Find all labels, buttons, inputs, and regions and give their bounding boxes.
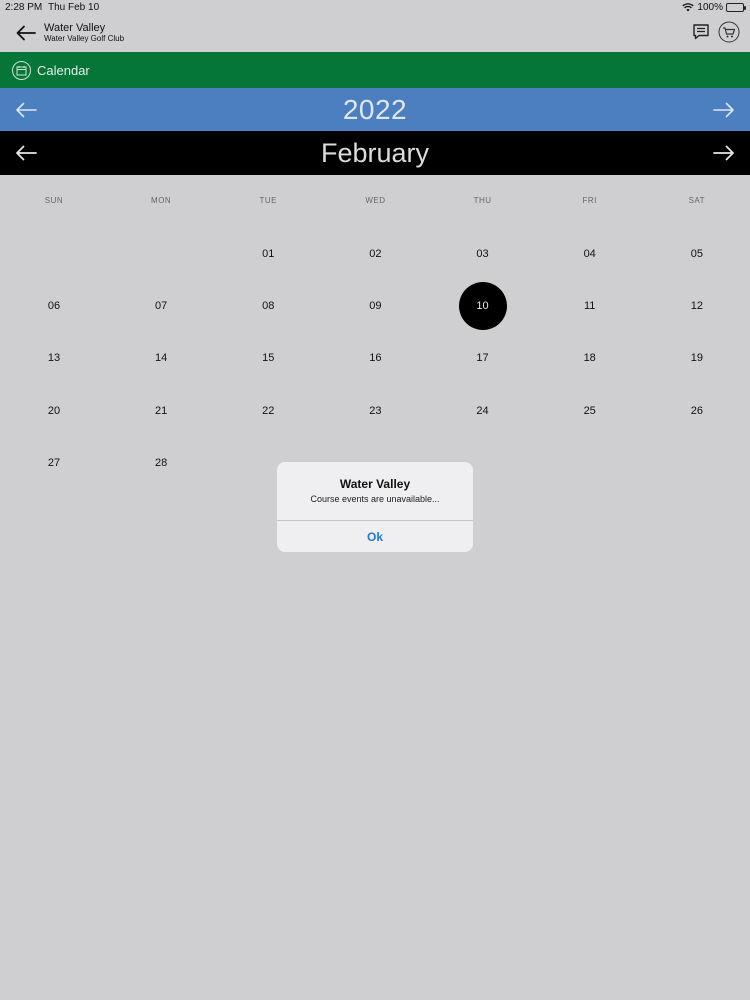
weekday-header-row: SUN MON TUE WED THU FRI SAT <box>0 196 750 208</box>
calendar-screen: 2:28 PM Thu Feb 10 100% Water Valley Wat… <box>0 0 750 1000</box>
chat-icon <box>693 24 709 40</box>
weekday-label: SUN <box>44 196 64 205</box>
nav-subtitle: Water Valley Golf Club <box>44 34 125 43</box>
ok-button[interactable]: Ok <box>277 521 473 552</box>
month-label: February <box>320 138 430 168</box>
day-cell[interactable]: 14 <box>137 334 185 382</box>
chat-button[interactable] <box>691 22 711 42</box>
month-bar: February <box>0 131 750 175</box>
back-arrow-icon <box>16 25 36 41</box>
status-right: 100% <box>682 2 746 13</box>
nav-header: Water Valley Water Valley Golf Club <box>0 16 750 52</box>
day-cell[interactable]: 16 <box>351 334 399 382</box>
weekday-label: TUE <box>259 196 278 205</box>
alert-title: Water Valley <box>339 477 411 491</box>
day-cell-selected[interactable]: 10 <box>458 282 507 331</box>
day-cell[interactable]: 02 <box>351 230 399 278</box>
day-cell[interactable]: 11 <box>566 282 614 330</box>
back-button[interactable] <box>14 22 38 44</box>
day-cell[interactable]: 06 <box>30 282 78 330</box>
day-cell[interactable]: 19 <box>673 334 721 382</box>
day-cell[interactable]: 22 <box>244 387 292 435</box>
wifi-icon <box>682 3 695 12</box>
day-cell[interactable]: 01 <box>244 230 292 278</box>
alert-message: Course events are unavailable... <box>310 494 440 504</box>
nav-titles: Water Valley Water Valley Golf Club <box>44 22 124 43</box>
section-bar: Calendar <box>0 52 750 88</box>
day-cell[interactable]: 23 <box>351 387 399 435</box>
day-cell[interactable]: 05 <box>673 230 721 278</box>
status-time: 2:28 PM <box>5 2 43 13</box>
day-cell[interactable]: 26 <box>673 387 721 435</box>
weekday-label: WED <box>365 196 386 205</box>
day-cell[interactable]: 18 <box>566 334 614 382</box>
day-cell[interactable]: 21 <box>137 387 185 435</box>
day-cell[interactable]: 20 <box>30 387 78 435</box>
next-month-button[interactable] <box>704 131 744 175</box>
section-title: Calendar <box>37 62 90 78</box>
arrow-right-icon <box>713 145 734 161</box>
nav-title: Water Valley <box>44 22 106 34</box>
battery-percent: 100% <box>697 2 723 13</box>
calendar-icon <box>12 60 31 80</box>
next-year-button[interactable] <box>704 88 744 131</box>
status-bar: 2:28 PM Thu Feb 10 100% <box>0 0 750 16</box>
day-cell[interactable]: 25 <box>566 387 614 435</box>
day-cell[interactable]: 03 <box>459 230 507 278</box>
status-date: Thu Feb 10 <box>48 2 100 13</box>
day-cell[interactable]: 24 <box>459 387 507 435</box>
weekday-label: MON <box>151 196 172 205</box>
weekday-label: SAT <box>688 196 706 205</box>
shopping-cart-icon <box>718 21 740 43</box>
arrow-right-icon <box>713 102 734 117</box>
day-cell[interactable]: 04 <box>566 230 614 278</box>
day-cell[interactable]: 27 <box>30 439 78 487</box>
cart-button[interactable] <box>718 21 740 43</box>
weekday-label: FRI <box>582 196 597 205</box>
year-label: 2022 <box>342 94 408 125</box>
day-cell[interactable]: 09 <box>351 282 399 330</box>
day-cell[interactable]: 13 <box>30 334 78 382</box>
day-cell[interactable]: 17 <box>459 334 507 382</box>
day-cell[interactable]: 15 <box>244 334 292 382</box>
day-cell[interactable]: 07 <box>137 282 185 330</box>
battery-icon <box>726 3 746 12</box>
year-bar: 2022 <box>0 88 750 131</box>
day-cell[interactable]: 12 <box>673 282 721 330</box>
weekday-label: THU <box>473 196 492 205</box>
day-cell[interactable]: 08 <box>244 282 292 330</box>
alert-dialog: Water Valley Course events are unavailab… <box>277 462 473 552</box>
day-cell[interactable]: 28 <box>137 439 185 487</box>
